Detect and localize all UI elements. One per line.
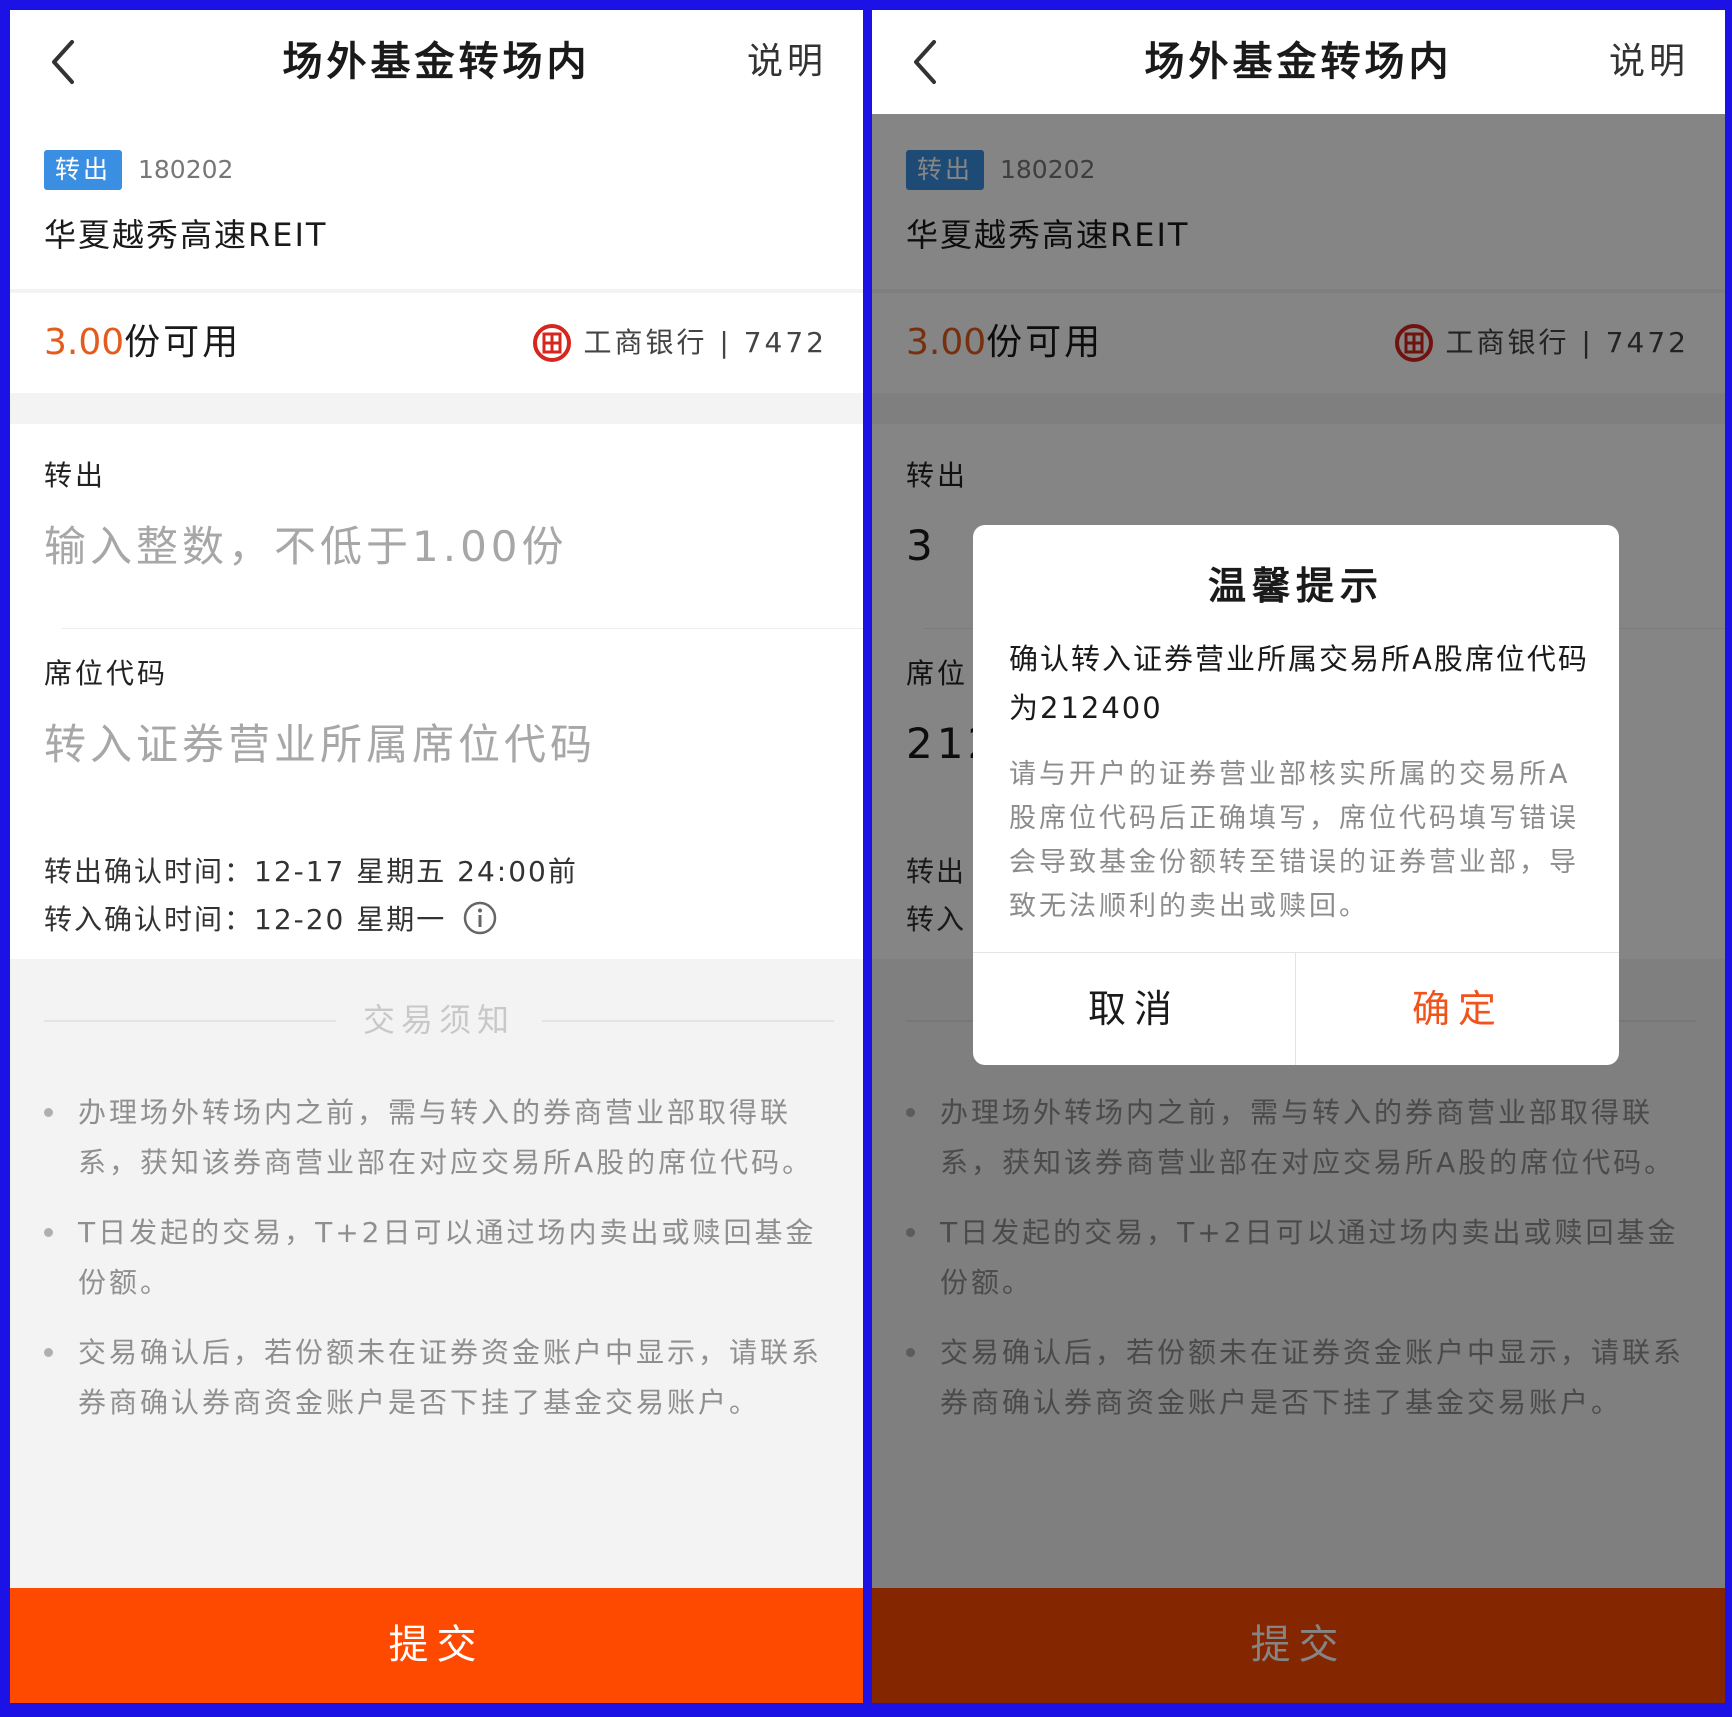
- divider: [62, 628, 863, 629]
- info-icon[interactable]: [462, 900, 498, 936]
- notice-item: T日发起的交易，T+2日可以通过场内卖出或赎回基金份额。: [44, 1208, 834, 1308]
- bullet-icon: [44, 1228, 53, 1237]
- bank-label: 工商银行 | 7472: [583, 326, 827, 359]
- divider: [542, 1020, 834, 1022]
- direction-badge: 转出: [44, 150, 122, 190]
- transfer-in-confirm-row: 转入确认时间：12-20 星期一: [44, 898, 498, 938]
- bullet-icon: [44, 1108, 53, 1117]
- page-title: 场外基金转场内: [1144, 39, 1453, 85]
- available-shares-row: 3.00份可用 工商银行 | 7472: [10, 293, 863, 393]
- help-link[interactable]: 说明: [747, 10, 827, 114]
- icbc-logo-icon: [532, 324, 571, 362]
- bullet-icon: [44, 1348, 53, 1357]
- notice-text: 办理场外转场内之前，需与转入的券商营业部取得联系，获知该券商营业部在对应交易所A…: [78, 1096, 814, 1179]
- dialog-message: 确认转入证券营业所属交易所A股席位代码为212400: [1009, 642, 1589, 725]
- confirm-button[interactable]: 确定: [1297, 953, 1619, 1065]
- notice-text: T日发起的交易，T+2日可以通过场内卖出或赎回基金份额。: [78, 1216, 817, 1299]
- notice-text: 交易确认后，若份额未在证券资金账户中显示，请联系券商确认券商资金账户是否下挂了基…: [78, 1336, 823, 1419]
- screen-with-dialog: 场外基金转场内 说明 转出 180202 华夏越秀高速REIT 3.00份可用 …: [872, 10, 1725, 1703]
- help-link[interactable]: 说明: [1609, 10, 1689, 114]
- seat-code-input[interactable]: [44, 714, 834, 774]
- available-amount: 3.00: [44, 322, 125, 363]
- fund-code: 180202: [138, 155, 234, 184]
- nav-header: 场外基金转场内 说明: [872, 10, 1725, 114]
- nav-header: 场外基金转场内 说明: [10, 10, 863, 114]
- bank-account: 工商银行 | 7472: [532, 293, 828, 393]
- transfer-out-confirm-time: 转出确认时间：12-17 星期五 24:00前: [44, 855, 578, 888]
- seat-code-label: 席位代码: [44, 657, 169, 690]
- fund-card: 转出 180202 华夏越秀高速REIT: [10, 114, 863, 289]
- transfer-amount-input[interactable]: [44, 516, 834, 576]
- transfer-in-confirm-time: 转入确认时间：12-20 星期一: [44, 903, 447, 936]
- transfer-form: 转出 席位代码 转出确认时间：12-17 星期五 24:00前 转入确认时间：1…: [10, 424, 863, 959]
- transfer-out-label: 转出: [44, 459, 107, 492]
- available-shares: 3.00份可用: [44, 293, 241, 393]
- submit-button[interactable]: 提交: [10, 1588, 863, 1703]
- dialog-title: 温馨提示: [1207, 564, 1384, 608]
- dialog-description: 请与开户的证券营业部核实所属的交易所A股席位代码后正确填写，席位代码填写错误会导…: [1009, 759, 1579, 922]
- notice-header: 交易须知: [44, 1000, 834, 1040]
- divider: [1295, 952, 1296, 1065]
- available-unit: 份可用: [124, 322, 242, 363]
- fund-name: 华夏越秀高速REIT: [44, 216, 328, 254]
- cancel-button[interactable]: 取消: [973, 953, 1295, 1065]
- notice-item: 交易确认后，若份额未在证券资金账户中显示，请联系券商确认券商资金账户是否下挂了基…: [44, 1328, 834, 1428]
- page-title: 场外基金转场内: [282, 39, 591, 85]
- screen-before: 场外基金转场内 说明 转出 180202 华夏越秀高速REIT 3.00份可用 …: [10, 10, 863, 1703]
- confirm-dialog: 温馨提示 确认转入证券营业所属交易所A股席位代码为212400 请与开户的证券营…: [973, 525, 1619, 1065]
- notice-item: 办理场外转场内之前，需与转入的券商营业部取得联系，获知该券商营业部在对应交易所A…: [44, 1088, 834, 1188]
